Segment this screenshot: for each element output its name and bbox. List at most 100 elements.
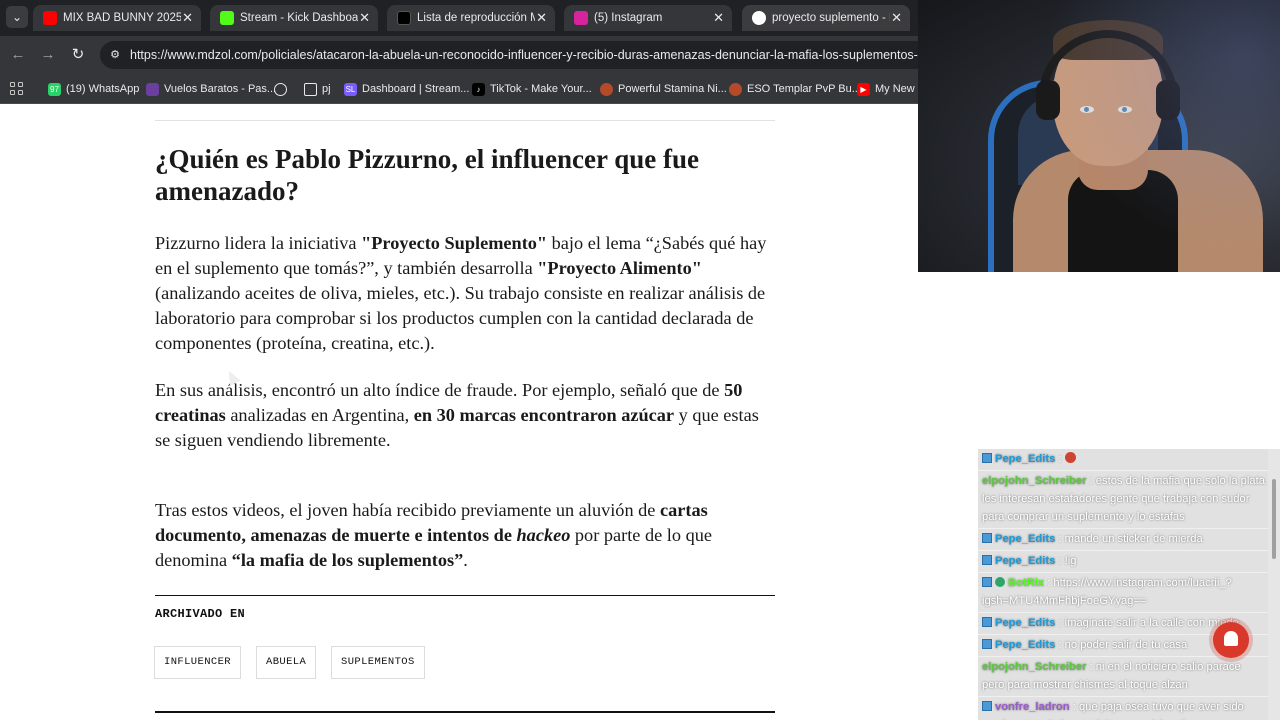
tab-title: MIX BAD BUNNY 2025 - Yo xyxy=(63,12,181,24)
youtube-icon: ▶ xyxy=(857,83,870,96)
tag-suplementos[interactable]: SUPLEMENTOS xyxy=(331,646,425,679)
bookmark-label: Vuelos Baratos - Pas... xyxy=(164,83,277,95)
chat-message: Pepe_Edits : mande un sticker de mierda xyxy=(978,529,1268,551)
whatsapp-icon: 97 xyxy=(48,83,61,96)
notification-bell-icon[interactable] xyxy=(1213,622,1249,658)
chat-message: elpojohn_Schreiber : ni en el noticiero … xyxy=(978,657,1268,697)
bookmark-whatsapp[interactable]: 97 (19) WhatsApp xyxy=(48,80,139,98)
divider xyxy=(155,120,775,121)
browser-tab[interactable]: (5) Instagram ✕ xyxy=(564,5,732,31)
chat-message: Pepe_Edits : !ig xyxy=(978,551,1268,573)
tab-search-button[interactable]: ⌄ xyxy=(6,6,28,28)
browser-tab-bar: ⌄ MIX BAD BUNNY 2025 - Yo ✕ Stream - Kic… xyxy=(0,0,918,36)
chat-username[interactable]: Pepe_Edits xyxy=(995,555,1055,567)
browser-tab-active[interactable]: proyecto suplemento - Bus ✕ xyxy=(742,5,910,31)
chat-username[interactable]: Pepe_Edits xyxy=(995,533,1055,545)
tab-title: Stream - Kick Dashboard xyxy=(240,12,358,24)
tiktok-icon: ♪ xyxy=(472,83,485,96)
kick-icon xyxy=(220,11,234,25)
tag-influencer[interactable]: INFLUENCER xyxy=(154,646,242,679)
youtube-icon xyxy=(43,11,57,25)
chat-username[interactable]: Pepe_Edits xyxy=(995,617,1055,629)
bookmark-label: ESO Templar PvP Bu... xyxy=(747,83,861,95)
apps-grid-icon[interactable] xyxy=(10,82,24,96)
bookmarks-bar: 97 (19) WhatsApp Vuelos Baratos - Pas...… xyxy=(0,74,925,104)
bookmark-label: Powerful Stamina Ni... xyxy=(618,83,727,95)
instagram-icon xyxy=(574,11,588,25)
webcam-overlay xyxy=(918,0,1280,272)
url-input[interactable]: ⚙ https://www.mdzol.com/policiales/ataca… xyxy=(100,41,960,69)
bookmark-label: Dashboard | Stream... xyxy=(362,83,470,95)
bookmark-eso[interactable]: ESO Templar PvP Bu... xyxy=(729,80,861,98)
bookmark-tiktok[interactable]: ♪ TikTok - Make Your... xyxy=(472,80,592,98)
emote-icon xyxy=(1064,452,1076,463)
close-tab-icon[interactable]: ✕ xyxy=(359,5,370,31)
divider xyxy=(155,595,775,596)
archived-label: ARCHIVADO EN xyxy=(155,607,246,621)
tab-title: Lista de reproducción Mi C xyxy=(417,12,535,24)
streamlabs-icon: SL xyxy=(344,83,357,96)
moderator-badge-icon xyxy=(982,533,992,543)
moderator-badge-icon xyxy=(982,577,992,587)
chat-scrollbar[interactable] xyxy=(1268,449,1280,720)
globe-icon xyxy=(274,83,287,96)
folder-icon xyxy=(304,83,317,96)
browser-tab[interactable]: Lista de reproducción Mi C ✕ xyxy=(387,5,555,31)
section-heading: ¿Quién es Pablo Pizzurno, el influencer … xyxy=(155,144,699,206)
paragraph-3: Tras estos videos, el joven había recibi… xyxy=(155,500,712,570)
chat-username[interactable]: Pepe_Edits xyxy=(995,639,1055,651)
stream-chat-overlay: Pepe_Edits : elpojohn_Schreiber : estos … xyxy=(978,449,1268,720)
chat-username[interactable]: vonfre_ladron xyxy=(995,701,1070,713)
chat-text: mande un sticker de mierda xyxy=(1064,533,1203,545)
chat-username[interactable]: BotRix xyxy=(1008,577,1044,589)
bookmark-label: TikTok - Make Your... xyxy=(490,83,592,95)
back-button[interactable]: ← xyxy=(8,45,28,65)
game-icon xyxy=(600,83,613,96)
close-tab-icon[interactable]: ✕ xyxy=(182,5,193,31)
scrollbar-thumb[interactable] xyxy=(1272,479,1276,559)
tiktok-icon xyxy=(397,11,411,25)
tab-title: (5) Instagram xyxy=(594,12,663,24)
chat-text: !ig xyxy=(1064,555,1077,567)
tab-title: proyecto suplemento - Bus xyxy=(772,12,890,24)
chat-username[interactable]: elpojohn_Schreiber xyxy=(982,475,1086,487)
chat-message: Pepe_Edits : xyxy=(978,449,1268,471)
chat-text: imaginate salir a la calle con miedo xyxy=(1064,617,1239,629)
plane-icon xyxy=(146,83,159,96)
bookmark-streamlabs[interactable]: SL Dashboard | Stream... xyxy=(344,80,469,98)
moderator-badge-icon xyxy=(982,617,992,627)
chat-username[interactable]: Pepe_Edits xyxy=(995,453,1055,465)
chat-message: BotRix : https://www.instagram.com/luacr… xyxy=(978,573,1268,613)
bookmark-label: (19) WhatsApp xyxy=(66,83,140,95)
google-icon xyxy=(752,11,766,25)
tag-abuela[interactable]: ABUELA xyxy=(256,646,317,679)
chat-text: no poder salir de tu casa xyxy=(1064,639,1188,651)
bookmark-globe[interactable] xyxy=(274,80,292,98)
verified-bot-icon xyxy=(995,577,1005,587)
forward-button[interactable]: → xyxy=(38,45,58,65)
bookmark-folder-pj[interactable]: pj xyxy=(304,80,331,98)
chat-message: vonfre_ladron : que paja osea tuvo que a… xyxy=(978,697,1268,720)
divider xyxy=(155,711,775,713)
game-icon xyxy=(729,83,742,96)
moderator-badge-icon xyxy=(982,453,992,463)
close-tab-icon[interactable]: ✕ xyxy=(536,5,547,31)
browser-tab[interactable]: Stream - Kick Dashboard ✕ xyxy=(210,5,378,31)
paragraph-2: En sus análisis, encontró un alto índice… xyxy=(155,380,759,450)
url-text: https://www.mdzol.com/policiales/atacaro… xyxy=(130,48,960,62)
article-page: ¿Quién es Pablo Pizzurno, el influencer … xyxy=(0,105,918,720)
address-bar-row: ← → ↻ ⚙ https://www.mdzol.com/policiales… xyxy=(0,36,960,74)
browser-tab[interactable]: MIX BAD BUNNY 2025 - Yo ✕ xyxy=(33,5,201,31)
moderator-badge-icon xyxy=(982,701,992,711)
chat-message: elpojohn_Schreiber : estos de la mafia q… xyxy=(978,471,1268,529)
close-tab-icon[interactable]: ✕ xyxy=(891,5,902,31)
bookmark-vuelos[interactable]: Vuelos Baratos - Pas... xyxy=(146,80,276,98)
bookmark-mynew[interactable]: ▶ My New F xyxy=(857,80,925,98)
paragraph-1: Pizzurno lidera la iniciativa "Proyecto … xyxy=(155,233,767,353)
moderator-badge-icon xyxy=(982,555,992,565)
chat-username[interactable]: elpojohn_Schreiber xyxy=(982,661,1086,673)
close-tab-icon[interactable]: ✕ xyxy=(713,5,724,31)
bookmark-stamina[interactable]: Powerful Stamina Ni... xyxy=(600,80,727,98)
site-info-icon[interactable]: ⚙ xyxy=(108,48,122,62)
reload-button[interactable]: ↻ xyxy=(68,45,88,65)
